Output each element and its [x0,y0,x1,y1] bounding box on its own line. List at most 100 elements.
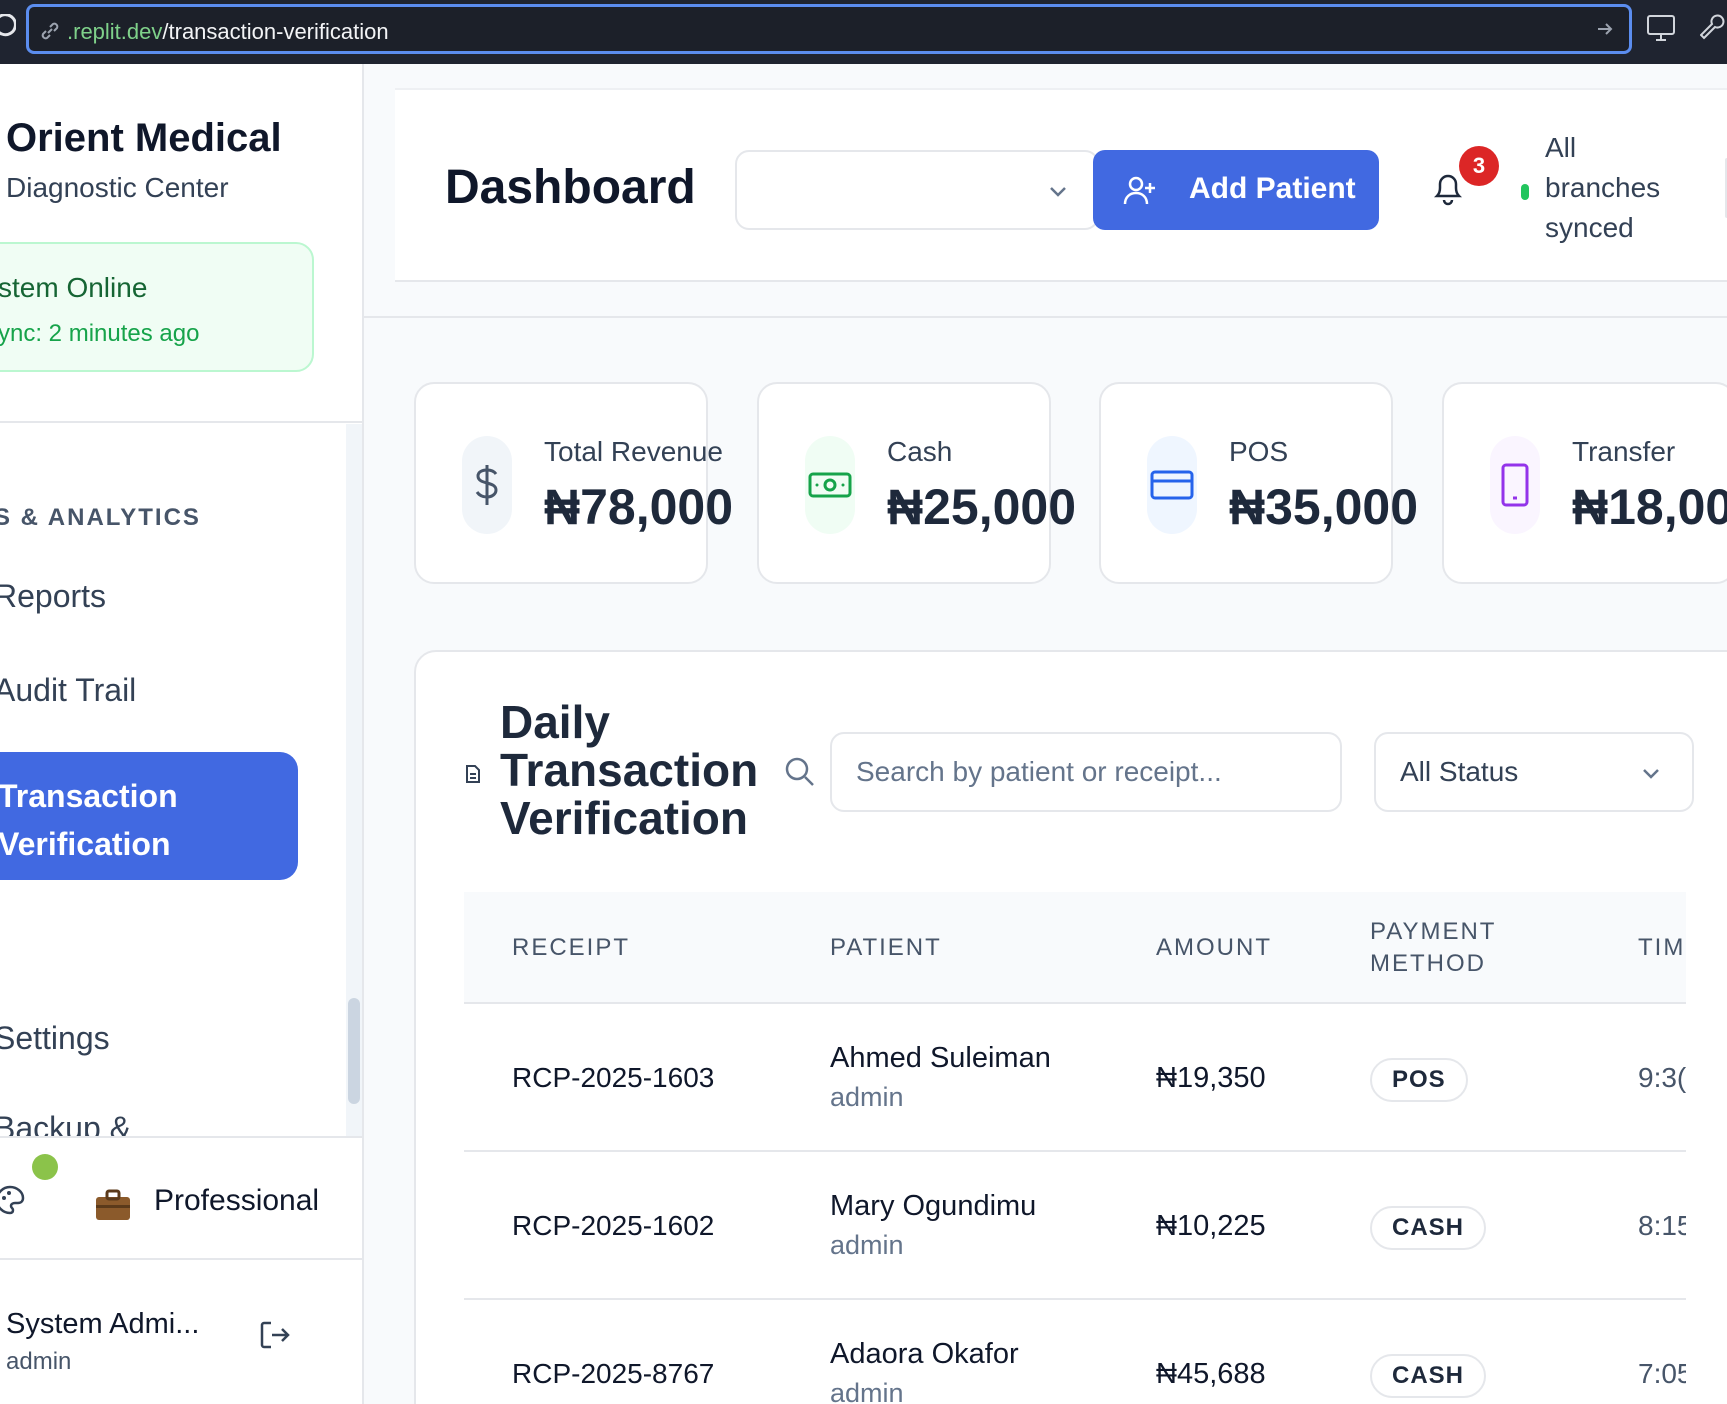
stat-icon-wrap [1147,436,1197,534]
browser-toolbar: .replit.dev/transaction-verification [0,0,1727,64]
sidebar: Orient Medical Diagnostic Center stem On… [0,64,364,1404]
panel-title: Daily Transaction Verification [500,696,759,844]
table-row[interactable]: RCP-2025-1603 Ahmed Suleiman admin ₦19,3… [464,1006,1686,1152]
arrow-right-icon[interactable] [1595,19,1615,39]
stat-icon-wrap [805,436,855,534]
section-label-system: I [0,934,1,962]
column-header-amount[interactable]: AMOUNT [1156,932,1272,964]
stat-value: ₦18,00 [1572,479,1727,535]
sidebar-divider [0,421,362,423]
footer-divider [0,1258,362,1260]
search-icon [785,757,814,786]
user-role: admin [6,1348,72,1375]
sidebar-footer: Professional System Admi... admin [0,1136,362,1404]
stat-card-pos: POS ₦35,000 [1099,382,1418,584]
sidebar-item-transaction-verification[interactable]: Transaction Verification [0,752,298,880]
column-header-payment-method[interactable]: PAYMENT METHOD [1370,916,1520,980]
stat-value: ₦25,000 [887,479,1077,535]
stat-label: Transfer [1572,436,1676,467]
search-input[interactable] [830,732,1342,812]
column-header-time[interactable]: TIMI [1638,932,1686,964]
status-filter-value: All Status [1400,756,1519,787]
phone-icon [1501,463,1529,507]
wrench-icon[interactable] [1700,14,1727,42]
time-cell: 9:3( [1638,1062,1686,1093]
stat-label: POS [1229,436,1289,467]
stat-value: ₦35,000 [1229,479,1419,535]
brand-subtitle: Diagnostic Center [6,172,229,203]
bell-icon[interactable] [1431,170,1465,206]
system-status-card: stem Online ync: 2 minutes ago [0,242,314,372]
stat-icon-wrap [462,436,512,534]
section-label-analytics: S & ANALYTICS [0,504,201,531]
page-title: Dashboard [445,161,696,214]
transaction-verification-panel: Daily Transaction Verification All Statu… [414,650,1727,1404]
theme-indicator-dot [32,1154,58,1180]
refresh-icon[interactable] [0,14,16,40]
patient-sub-cell: admin [830,1082,904,1112]
chevron-down-icon [1050,187,1066,197]
sidebar-scrollbar-thumb[interactable] [348,998,360,1104]
sidebar-item-label: Transaction Verification [0,778,178,862]
amount-cell: ₦10,225 [1156,1210,1266,1242]
brand-title: Orient Medical [6,116,282,160]
receipt-cell: RCP-2025-1603 [512,1062,715,1093]
patient-sub-cell: admin [830,1378,904,1404]
payment-method-badge: CASH [1370,1206,1487,1250]
column-header-patient[interactable]: PATIENT [830,932,942,964]
url-text: .replit.dev/transaction-verification [67,19,389,45]
stat-card-cash: Cash ₦25,000 [757,382,1076,584]
sidebar-item-settings[interactable]: Settings [0,1020,110,1057]
address-bar[interactable]: .replit.dev/transaction-verification [26,4,1632,54]
transactions-table: RECEIPT PATIENT AMOUNT PAYMENT METHOD TI… [464,892,1686,1404]
sidebar-item-audit-trail[interactable]: Audit Trail [0,672,136,709]
card-icon [1150,470,1194,500]
desktop-icon[interactable] [1646,14,1676,42]
add-patient-label: Add Patient [1189,172,1356,205]
table-row[interactable]: RCP-2025-8767 Adaora Okafor admin ₦45,68… [464,1302,1686,1404]
sync-status-dot [1521,184,1529,200]
user-plus-icon [1123,176,1155,205]
sidebar-item-reports[interactable]: Reports [0,578,106,615]
amount-cell: ₦19,350 [1156,1062,1266,1094]
top-header: Dashboard Add Patient 3 All branches syn… [395,88,1727,282]
patient-sub-cell: admin [830,1230,904,1260]
url-domain: .replit.dev [67,19,163,44]
logout-icon[interactable] [258,1318,292,1352]
add-patient-button[interactable]: Add Patient [1093,150,1379,230]
time-cell: 8:15 [1638,1210,1686,1241]
patient-name-cell: Ahmed Suleiman [830,1042,1051,1074]
status-filter-select[interactable]: All Status [1374,732,1694,812]
branch-select[interactable] [735,150,1099,230]
briefcase-icon [96,1189,130,1220]
content-separator [364,316,1727,318]
last-sync-text: ync: 2 minutes ago [0,320,200,347]
stat-value: ₦78,000 [544,479,734,535]
stat-card-total-revenue: Total Revenue ₦78,000 [414,382,733,584]
stat-card-transfer: Transfer ₦18,00 [1442,382,1727,584]
payment-method-badge: CASH [1370,1354,1487,1398]
time-cell: 7:05 [1638,1358,1686,1389]
chevron-down-icon [1643,769,1659,779]
receipt-cell: RCP-2025-8767 [512,1358,715,1389]
amount-cell: ₦45,688 [1156,1358,1266,1390]
cash-icon [808,472,852,498]
sync-status-text: All branches synced [1545,132,1661,243]
palette-icon[interactable] [0,1184,26,1216]
link-icon [41,22,59,40]
payment-method-badge: POS [1370,1058,1468,1102]
theme-label[interactable]: Professional [154,1184,319,1218]
table-header: RECEIPT PATIENT AMOUNT PAYMENT METHOD TI… [464,892,1686,1004]
user-name: System Admi... [6,1308,200,1340]
receipt-cell: RCP-2025-1602 [512,1210,715,1241]
table-row[interactable]: RCP-2025-1602 Mary Ogundimu admin ₦10,22… [464,1154,1686,1300]
column-header-receipt[interactable]: RECEIPT [512,932,630,964]
dollar-icon [475,465,498,505]
document-icon [466,765,480,783]
stat-icon-wrap [1490,436,1540,534]
url-path: /transaction-verification [162,19,389,44]
stat-label: Cash [887,436,953,467]
system-status-title: stem Online [0,272,148,303]
patient-name-cell: Mary Ogundimu [830,1190,1037,1222]
stat-label: Total Revenue [544,436,724,467]
